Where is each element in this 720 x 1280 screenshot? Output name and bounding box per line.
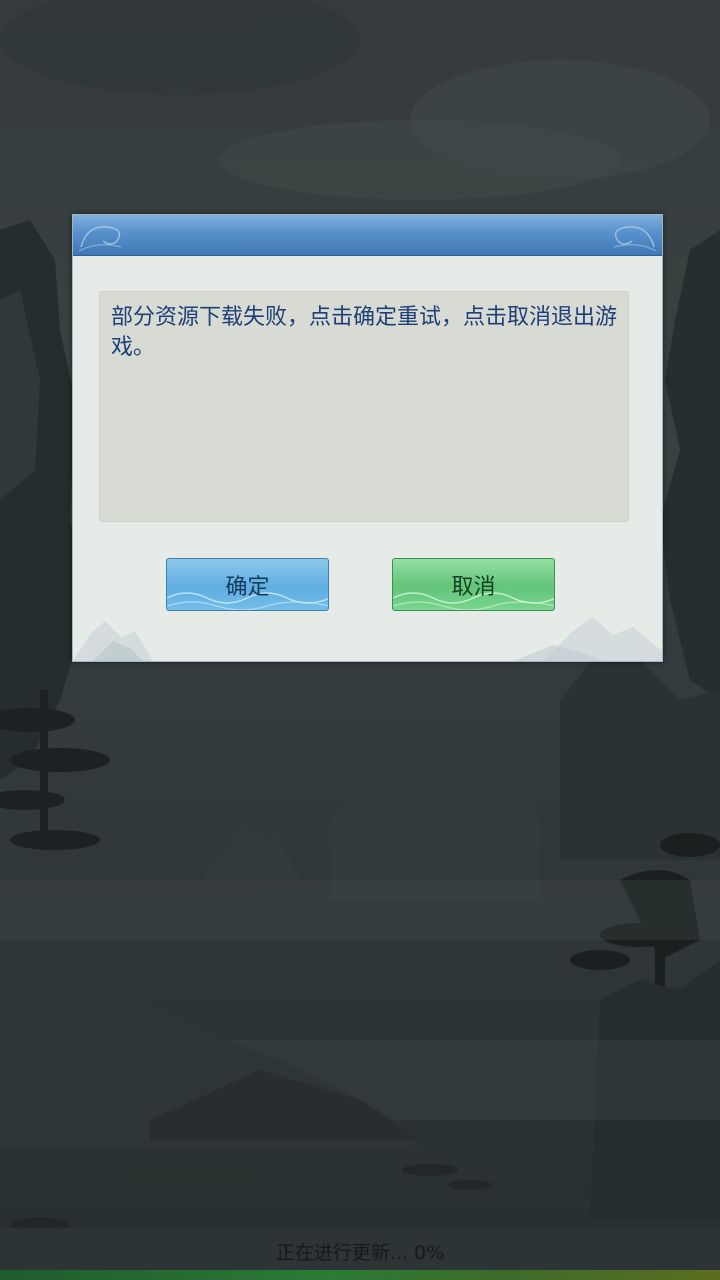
dialog-header	[73, 215, 662, 256]
message-box: 部分资源下载失败，点击确定重试，点击取消退出游戏。	[99, 291, 629, 522]
misty-mountains-decoration	[73, 617, 662, 661]
cloud-swirl-ornament-icon	[613, 226, 657, 252]
update-progress-bar	[0, 1270, 720, 1280]
download-failed-dialog: 部分资源下载失败，点击确定重试，点击取消退出游戏。 确定 取消	[72, 214, 663, 662]
cancel-button-label: 取消	[451, 574, 496, 600]
confirm-button-label: 确定	[225, 574, 270, 600]
game-loading-screen: 部分资源下载失败，点击确定重试，点击取消退出游戏。 确定 取消 正在进行更新..…	[0, 0, 720, 1280]
dialog-message: 部分资源下载失败，点击确定重试，点击取消退出游戏。	[111, 305, 618, 360]
cloud-swirl-ornament-icon	[78, 226, 122, 252]
update-status-text: 正在进行更新... 0%	[275, 1242, 445, 1264]
